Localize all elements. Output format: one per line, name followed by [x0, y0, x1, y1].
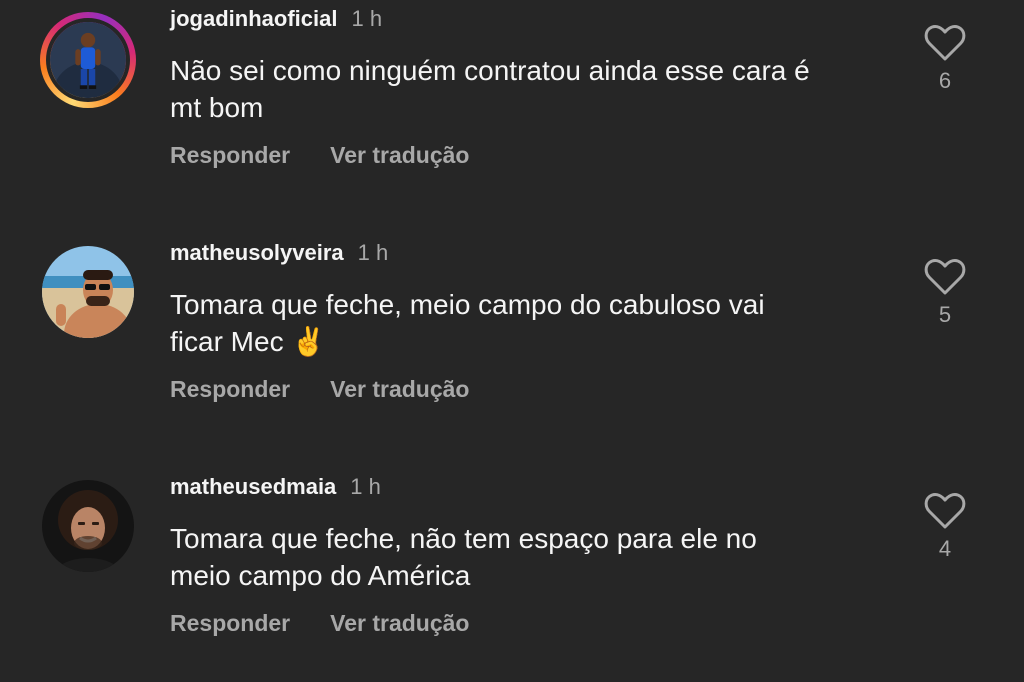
avatar-wrapper[interactable] [40, 244, 136, 340]
comment-time: 1 h [351, 6, 383, 31]
comment-text-line: Tomara que feche, meio campo do cabuloso… [170, 289, 765, 320]
comment-time: 1 h [357, 240, 389, 265]
username[interactable]: matheusedmaia [170, 474, 336, 499]
avatar-image [42, 246, 134, 338]
like-control: 5 [920, 258, 970, 328]
comment-actions: Responder Ver tradução [170, 610, 469, 637]
comment-item: jogadinhaoficial 1 h Não sei como ninguém… [0, 0, 1024, 200]
avatar-wrapper[interactable] [40, 478, 136, 574]
comment-text-line: Não sei como ninguém contratou ainda ess… [170, 55, 810, 86]
heart-outline-icon[interactable] [924, 24, 966, 62]
like-control: 6 [920, 24, 970, 94]
reply-button[interactable]: Responder [170, 610, 290, 636]
comment-text-line: Tomara que feche, não tem espaço para el… [170, 523, 757, 554]
comment-actions: Responder Ver tradução [170, 142, 469, 169]
comment-text-line: ficar Mec ✌️ [170, 326, 327, 357]
avatar-image [50, 22, 126, 98]
reply-button[interactable]: Responder [170, 376, 290, 402]
comment-header: matheusolyveira 1 h [170, 240, 388, 266]
comment-text-line: mt bom [170, 92, 264, 123]
avatar-image [42, 480, 134, 572]
translate-button[interactable]: Ver tradução [330, 142, 469, 168]
comment-time: 1 h [350, 474, 381, 499]
avatar [46, 18, 130, 102]
username[interactable]: jogadinhaoficial [170, 6, 337, 31]
comment-header: matheusedmaia 1 h [170, 474, 381, 500]
like-count: 4 [938, 536, 952, 561]
comment-text: Tomara que feche, não tem espaço para el… [170, 520, 890, 594]
username[interactable]: matheusolyveira [170, 240, 344, 265]
comment-text: Não sei como ninguém contratou ainda ess… [170, 52, 890, 126]
heart-outline-icon[interactable] [924, 258, 966, 296]
like-count: 6 [938, 68, 952, 93]
translate-button[interactable]: Ver tradução [330, 610, 469, 636]
like-count: 5 [938, 302, 952, 327]
comment-item: matheusedmaia 1 h Tomara que feche, não t… [0, 468, 1024, 668]
comment-header: jogadinhaoficial 1 h [170, 6, 382, 32]
avatar-story-ring[interactable] [40, 12, 136, 108]
comment-text: Tomara que feche, meio campo do cabuloso… [170, 286, 890, 360]
reply-button[interactable]: Responder [170, 142, 290, 168]
heart-outline-icon[interactable] [924, 492, 966, 530]
translate-button[interactable]: Ver tradução [330, 376, 469, 402]
avatar [42, 480, 134, 572]
comment-item: matheusolyveira 1 h Tomara que feche, mei… [0, 234, 1024, 434]
comment-text-line: meio campo do América [170, 560, 471, 591]
comment-actions: Responder Ver tradução [170, 376, 469, 403]
avatar [42, 246, 134, 338]
like-control: 4 [920, 492, 970, 562]
